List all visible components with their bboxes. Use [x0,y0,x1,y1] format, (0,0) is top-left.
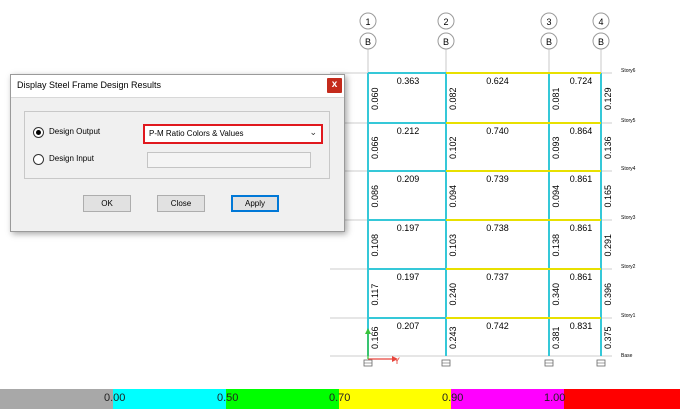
beam-ratio-label: 0.207 [397,321,420,331]
beam-ratio-label: 0.738 [486,223,509,233]
column-ratio-label: 0.103 [448,234,458,257]
chevron-down-icon: ⌄ [309,127,317,137]
beam-ratio-label: 0.197 [397,223,420,233]
dialog-title-bar: Display Steel Frame Design Results x [11,75,344,98]
beam-ratio-label: 0.742 [486,321,509,331]
output-group-box: Design Output P-M Ratio Colors & Values … [24,111,330,179]
beam-ratio-label: 0.740 [486,126,509,136]
design-output-label: Design Output [49,127,101,136]
design-input-radio[interactable] [33,154,44,165]
column-ratio-label: 0.396 [603,283,613,306]
dialog-title: Display Steel Frame Design Results [17,80,162,90]
grid-axis-letter: B [365,37,371,47]
beam-ratio-label: 0.864 [570,126,593,136]
beam-ratio-label: 0.363 [397,76,420,86]
ratio-color-legend: 0.00 0.50 0.70 0.90 1.00 [0,389,680,409]
column-ratio-label: 0.086 [370,185,380,208]
legend-tick-label: 0.90 [442,392,464,404]
column-ratio-label: 0.117 [370,284,380,306]
grid-axis-letter: B [598,37,604,47]
column-ratio-label: 0.138 [551,234,561,257]
story-label: Story5 [621,118,636,124]
output-type-select[interactable]: P-M Ratio Colors & Values ⌄ [143,124,323,144]
legend-color-segment [564,389,680,409]
column-ratio-label: 0.381 [551,326,561,349]
output-type-value: P-M Ratio Colors & Values [149,129,244,138]
column-ratio-label: 0.129 [603,87,613,110]
story-label: Story2 [621,264,636,270]
column-ratio-label: 0.165 [603,185,613,208]
beam-ratio-label: 0.739 [486,174,509,184]
story-label: Story1 [621,313,636,319]
grid-axis-number: 4 [598,17,603,27]
column-ratio-label: 0.375 [603,326,613,349]
design-input-label: Design Input [49,154,94,163]
beam-ratio-label: 0.831 [570,321,593,331]
close-button[interactable]: Close [157,195,205,212]
grid-axis-number: 2 [443,17,448,27]
close-icon[interactable]: x [327,78,342,93]
column-ratio-label: 0.102 [448,136,458,159]
beam-ratio-label: 0.861 [570,174,593,184]
design-input-select[interactable] [147,152,311,168]
column-ratio-label: 0.093 [551,136,561,159]
beam-ratio-label: 0.724 [570,76,593,86]
beam-ratio-label: 0.737 [486,272,509,282]
design-results-dialog: Display Steel Frame Design Results x Des… [10,74,345,232]
column-ratio-label: 0.066 [370,136,380,159]
grid-axis-number: 1 [365,17,370,27]
column-ratio-label: 0.166 [370,326,380,349]
column-ratio-label: 0.081 [551,87,561,110]
beam-ratio-label: 0.212 [397,126,420,136]
story-label: Story6 [621,68,636,74]
beam-ratio-label: 0.209 [397,174,420,184]
beam-ratio-label: 0.624 [486,76,509,86]
ok-button[interactable]: OK [83,195,131,212]
grid-axis-letter: B [443,37,449,47]
column-ratio-label: 0.108 [370,234,380,257]
column-ratio-label: 0.136 [603,136,613,159]
beam-ratio-label: 0.861 [570,223,593,233]
grid-axis-letter: B [546,37,552,47]
column-ratio-label: 0.243 [448,326,458,349]
grid-axis-number: 3 [546,17,551,27]
legend-color-segment [226,389,339,409]
column-ratio-label: 0.240 [448,283,458,306]
legend-tick-label: 1.00 [544,392,566,404]
beam-ratio-label: 0.861 [570,272,593,282]
legend-color-segment [113,389,226,409]
story-label: Base [621,353,633,359]
column-ratio-label: 0.082 [448,87,458,110]
column-ratio-label: 0.291 [603,234,613,257]
story-label: Story3 [621,215,636,221]
column-ratio-label: 0.094 [448,185,458,208]
apply-button[interactable]: Apply [231,195,279,212]
beam-ratio-label: 0.197 [397,272,420,282]
story-label: Story4 [621,166,636,172]
legend-tick-label: 0.00 [104,392,126,404]
design-output-radio[interactable] [33,127,44,138]
column-ratio-label: 0.060 [370,87,380,110]
legend-tick-label: 0.70 [329,392,351,404]
column-ratio-label: 0.340 [551,283,561,306]
legend-color-segment [339,389,451,409]
column-ratio-label: 0.094 [551,185,561,208]
legend-tick-label: 0.50 [217,392,239,404]
y-axis-label: Y [394,356,400,366]
legend-color-segment [0,389,113,409]
